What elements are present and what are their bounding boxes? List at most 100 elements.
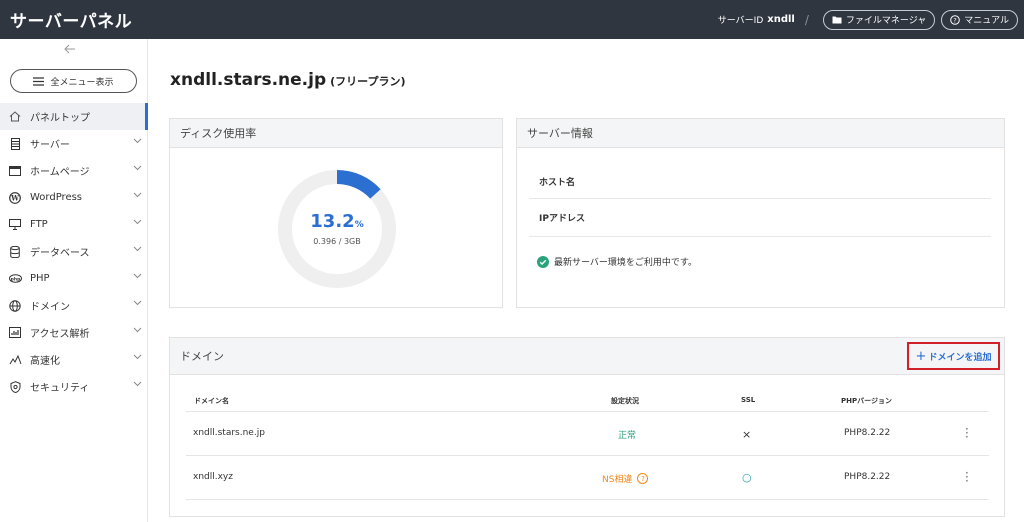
speed-icon [8, 354, 22, 365]
divider [529, 198, 991, 199]
table-divider [186, 499, 989, 500]
chevron-down-icon [133, 219, 142, 225]
table-divider [186, 411, 989, 412]
chevron-down-icon [133, 246, 142, 252]
check-circle-icon [537, 255, 549, 268]
domain-card: ドメイン + ドメインを追加 ドメイン名 設定状況 SSL PHPバージョン xn… [169, 337, 1005, 517]
plan-label: (フリープラン) [330, 75, 406, 88]
column-header-domain: ドメイン名 [194, 397, 229, 405]
server-icon [8, 137, 22, 150]
chevron-down-icon [133, 300, 142, 306]
window-icon [8, 165, 22, 176]
chart-icon [8, 327, 22, 338]
sidebar-item-homepage[interactable]: ホームページ [0, 157, 148, 184]
sidebar-nav: パネルトップ サーバー ホームページ W WordPress FTP データベー… [0, 103, 148, 400]
status-ok-cell: 正常 [618, 431, 637, 441]
domain-name-cell[interactable]: xndll.stars.ne.jp [193, 428, 265, 438]
sidebar-item-label: PHP [30, 273, 50, 284]
chevron-down-icon [133, 192, 142, 198]
sidebar-item-label: パネルトップ [30, 113, 90, 124]
domain-heading: ドメイン [170, 338, 1004, 375]
disk-usage-amount: 0.396 / 3GB [313, 237, 361, 246]
disk-usage-heading: ディスク使用率 [170, 119, 502, 148]
help-circle-icon: ? [950, 14, 961, 25]
server-id-label: サーバーID [717, 16, 764, 26]
sidebar-item-panel-top[interactable]: パネルトップ [0, 103, 148, 130]
sidebar-item-label: データベース [30, 248, 90, 259]
php-version-cell: PHP8.2.22 [844, 472, 891, 482]
sidebar-item-server[interactable]: サーバー [0, 130, 148, 157]
svg-text:php: php [10, 276, 20, 282]
chevron-down-icon [133, 273, 142, 279]
sidebar-item-label: ドメイン [30, 302, 70, 313]
sidebar-item-wordpress[interactable]: W WordPress [0, 184, 148, 211]
chevron-down-icon [133, 327, 142, 333]
row-menu-icon[interactable]: · · · [965, 423, 969, 443]
sidebar-item-security[interactable]: セキュリティ [0, 373, 148, 400]
sidebar-item-label: アクセス解析 [30, 329, 90, 340]
disk-percent-unit: % [354, 220, 364, 230]
file-manager-button[interactable]: ファイルマネージャ [822, 9, 936, 30]
page-title: xndll.stars.ne.jp (フリープラン) [170, 70, 406, 90]
sidebar-item-label: 高速化 [30, 356, 60, 367]
header-actions: サーバーID xndll / ファイルマネージャ ? マニュアル [717, 9, 1018, 30]
database-icon [8, 245, 22, 258]
ssl-off-icon: × [742, 428, 752, 441]
globe-icon [8, 299, 22, 312]
sidebar-item-access-analytics[interactable]: アクセス解析 [0, 319, 148, 346]
status-warning-cell: NS相違 ? [602, 472, 649, 485]
plus-icon: + [915, 348, 927, 364]
domain-title: xndll.stars.ne.jp [170, 70, 327, 90]
chevron-down-icon [133, 138, 142, 144]
sidebar-item-label: FTP [30, 219, 48, 230]
collapse-sidebar-icon[interactable] [64, 43, 76, 57]
chevron-down-icon [133, 165, 142, 171]
divider [529, 236, 991, 237]
all-menu-button[interactable]: 全メニュー表示 [10, 69, 137, 93]
top-bar: サーバーパネル サーバーID xndll / ファイルマネージャ ? マニュアル [0, 0, 1024, 39]
chevron-down-icon [133, 354, 142, 360]
add-domain-button[interactable]: + ドメインを追加 [907, 342, 1000, 370]
manual-button[interactable]: ? マニュアル [941, 9, 1018, 30]
all-menu-label: 全メニュー表示 [50, 77, 114, 88]
sidebar-item-label: セキュリティ [30, 383, 90, 394]
php-version-cell: PHP8.2.22 [844, 428, 891, 438]
sidebar-item-speed[interactable]: 高速化 [0, 346, 148, 373]
server-status: 最新サーバー環境をご利用中です。 [537, 255, 697, 268]
column-header-ssl: SSL [741, 396, 756, 404]
server-info-heading: サーバー情報 [517, 119, 1004, 148]
server-status-text: 最新サーバー環境をご利用中です。 [554, 258, 698, 268]
hamburger-icon [33, 76, 45, 86]
sidebar-item-label: WordPress [30, 192, 83, 203]
add-domain-label: ドメインを追加 [928, 352, 992, 363]
sidebar: 全メニュー表示 パネルトップ サーバー ホームページ W WordPress F… [0, 39, 148, 522]
domain-name-cell[interactable]: xndll.xyz [193, 472, 233, 482]
manual-label: マニュアル [964, 16, 1009, 26]
shield-icon [8, 380, 22, 393]
ssl-on-icon: ○ [742, 471, 752, 484]
ip-address-label: IPアドレス [539, 214, 585, 224]
disk-usage-percent: 13.2% [170, 211, 504, 232]
monitor-icon [8, 219, 22, 230]
sidebar-item-label: サーバー [30, 140, 70, 151]
status-warning-text: NS相違 [602, 475, 633, 485]
sidebar-item-php[interactable]: php PHP [0, 265, 148, 292]
row-menu-icon[interactable]: · · · [965, 467, 969, 487]
table-divider [186, 455, 989, 456]
header-separator: / [804, 12, 809, 27]
brand-title: サーバーパネル [10, 12, 133, 32]
wordpress-icon: W [8, 191, 22, 204]
sidebar-item-ftp[interactable]: FTP [0, 211, 148, 238]
php-icon: php [8, 274, 22, 283]
file-manager-label: ファイルマネージャ [845, 16, 927, 26]
sidebar-item-domain[interactable]: ドメイン [0, 292, 148, 319]
help-icon[interactable]: ? [637, 473, 649, 484]
server-id-value: xndll [767, 14, 795, 25]
sidebar-item-database[interactable]: データベース [0, 238, 148, 265]
chevron-down-icon [133, 381, 142, 387]
disk-percent-value: 13.2 [310, 211, 355, 232]
disk-usage-card: ディスク使用率 13.2% 0.396 / 3GB [169, 118, 503, 308]
column-header-status: 設定状況 [611, 397, 639, 405]
server-info-card: サーバー情報 ホスト名 IPアドレス 最新サーバー環境をご利用中です。 [516, 118, 1005, 308]
sidebar-item-label: ホームページ [30, 167, 90, 178]
